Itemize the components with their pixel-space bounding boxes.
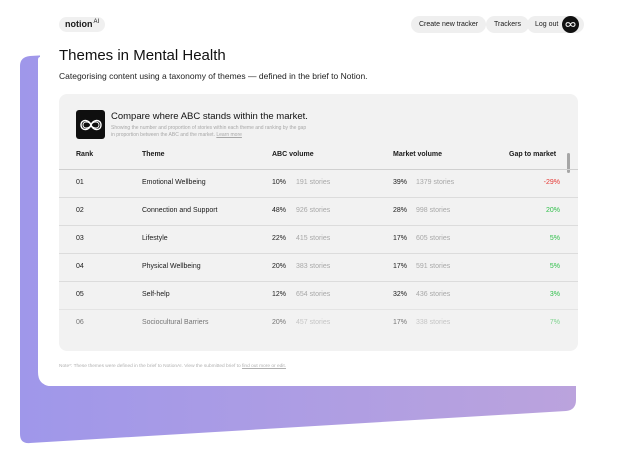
theme-cell: Emotional Wellbeing — [142, 179, 206, 186]
rank-cell: 06 — [76, 319, 84, 326]
topbar: notion AI Create new tracker Trackers Log… — [0, 0, 618, 48]
theme-cell: Sociocultural Barriers — [142, 319, 209, 326]
abc-percent-cell: 12% — [272, 291, 287, 298]
gap-cell: 5% — [549, 263, 560, 270]
market-stories-cell: 338 stories — [416, 319, 451, 326]
abc-stories-cell: 654 stories — [296, 291, 331, 298]
table-row[interactable]: 01 Emotional Wellbeing 10% 191 stories 3… — [59, 169, 578, 197]
market-percent-cell: 39% — [393, 179, 408, 186]
abc-mark-icon — [565, 22, 576, 27]
gap-cell: 20% — [545, 207, 560, 214]
abc-stories-cell: 191 stories — [296, 179, 331, 186]
market-percent-cell: 17% — [393, 235, 408, 242]
notion-ai-logo[interactable]: notion AI — [59, 17, 106, 32]
column-header-gap-to-market[interactable]: Gap to market — [509, 151, 556, 158]
market-stories-cell: 436 stories — [416, 291, 451, 298]
rank-cell: 04 — [76, 263, 84, 270]
theme-cell: Lifestyle — [142, 235, 168, 242]
abc-percent-cell: 22% — [272, 235, 287, 242]
theme-cell: Connection and Support — [142, 207, 218, 214]
column-header-market-volume[interactable]: Market volume — [393, 151, 442, 158]
page-subtitle: Categorising content using a taxonomy of… — [59, 71, 368, 81]
find-out-more-link[interactable]: find out more or edit. — [242, 364, 286, 369]
market-comparison-card: Compare where ABC stands within the mark… — [59, 94, 578, 351]
abc-stories-cell: 926 stories — [296, 207, 331, 214]
abc-logo-icon — [76, 110, 105, 139]
table-row[interactable]: 04 Physical Wellbeing 20% 383 stories 17… — [59, 253, 578, 281]
table-row[interactable]: 05 Self-help 12% 654 stories 32% 436 sto… — [59, 281, 578, 309]
abc-stories-cell: 383 stories — [296, 263, 331, 270]
market-percent-cell: 32% — [393, 291, 408, 298]
logo-suffix: AI — [93, 19, 100, 25]
table-row[interactable]: 03 Lifestyle 22% 415 stories 17% 605 sto… — [59, 225, 578, 253]
market-stories-cell: 998 stories — [416, 207, 451, 214]
learn-more-link[interactable]: Learn more — [216, 132, 242, 138]
column-header-abc-volume[interactable]: ABC volume — [272, 151, 314, 158]
table-row[interactable]: 02 Connection and Support 48% 926 storie… — [59, 197, 578, 225]
column-header-theme[interactable]: Theme — [142, 151, 165, 158]
logo-text: notion — [65, 19, 93, 29]
abc-stories-cell: 457 stories — [296, 319, 331, 326]
table-body: 01 Emotional Wellbeing 10% 191 stories 3… — [59, 169, 578, 337]
theme-cell: Self-help — [142, 291, 170, 298]
table-row[interactable]: 06 Sociocultural Barriers 20% 457 storie… — [59, 309, 578, 337]
rank-cell: 05 — [76, 291, 84, 298]
abc-percent-cell: 20% — [272, 319, 287, 326]
market-stories-cell: 605 stories — [416, 235, 451, 242]
page-header: Themes in Mental Health Categorising con… — [59, 47, 368, 81]
description-text: Showing the number and proportion of sto… — [111, 125, 307, 138]
create-new-tracker-button[interactable]: Create new tracker — [411, 16, 487, 33]
market-percent-cell: 17% — [393, 319, 408, 326]
market-stories-cell: 1379 stories — [416, 179, 455, 186]
theme-cell: Physical Wellbeing — [142, 263, 201, 270]
page-title: Themes in Mental Health — [59, 47, 226, 64]
abc-percent-cell: 10% — [272, 179, 287, 186]
abc-percent-cell: 20% — [272, 263, 287, 270]
card-description: Showing the number and proportion of sto… — [111, 125, 311, 139]
user-avatar-icon[interactable] — [562, 16, 579, 33]
rank-cell: 02 — [76, 207, 84, 214]
rank-cell: 03 — [76, 235, 84, 242]
table-header: Rank Theme ABC volume Market volume Gap … — [59, 151, 578, 165]
gap-cell: 7% — [549, 319, 560, 326]
gap-cell: 3% — [549, 291, 560, 298]
abc-stories-cell: 415 stories — [296, 235, 331, 242]
rank-cell: 01 — [76, 179, 84, 186]
column-header-rank[interactable]: Rank — [76, 151, 93, 158]
footnote-text: Note*: These themes were defined in the … — [59, 364, 243, 369]
trackers-button[interactable]: Trackers — [486, 16, 529, 33]
market-percent-cell: 17% — [393, 263, 408, 270]
gap-cell: 5% — [549, 235, 560, 242]
gap-cell: -29% — [543, 179, 560, 186]
abc-percent-cell: 48% — [272, 207, 287, 214]
market-percent-cell: 28% — [393, 207, 408, 214]
market-stories-cell: 591 stories — [416, 263, 451, 270]
footnote: Note*: These themes were defined in the … — [59, 364, 286, 369]
card-title: Compare where ABC stands within the mark… — [111, 111, 308, 122]
